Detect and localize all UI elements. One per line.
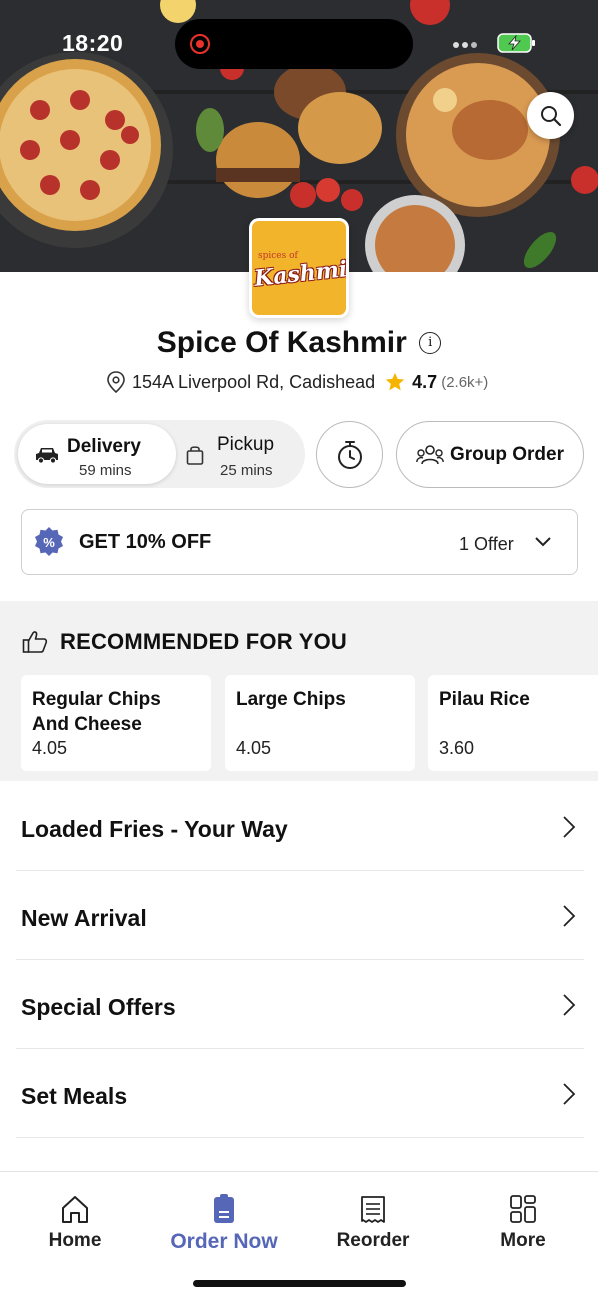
nav-home[interactable]: Home [0, 1192, 150, 1252]
logo-small-text: spices of [258, 251, 298, 261]
search-button[interactable] [527, 92, 574, 139]
search-icon [540, 105, 561, 126]
nav-reorder-label: Reorder [336, 1230, 410, 1251]
category-label: New Arrival [21, 905, 147, 931]
recommended-item-price: 4.05 [236, 738, 272, 758]
battery-charging-icon [497, 33, 535, 53]
category-label: Loaded Fries - Your Way [21, 816, 288, 842]
pickup-label: Pickup [217, 434, 275, 455]
chevron-right-icon [563, 816, 576, 838]
restaurant-address: 154A Liverpool Rd, Cadishead [132, 371, 376, 392]
category-row[interactable]: Loaded Fries - Your Way [16, 782, 584, 871]
delivery-label: Delivery [67, 436, 141, 457]
thumbs-up-icon [22, 631, 48, 653]
category-label: Set Meals [21, 1083, 128, 1109]
chevron-right-icon [563, 994, 576, 1016]
nav-home-label: Home [48, 1230, 102, 1251]
restaurant-name: Spice Of Kashmir [156, 326, 407, 359]
delivery-option[interactable]: Delivery 59 mins [18, 424, 176, 484]
recommended-item-name: Large Chips [236, 689, 346, 710]
category-label: Special Offers [21, 994, 176, 1020]
nav-order-now[interactable]: Order Now [149, 1192, 299, 1254]
recommended-header: RECOMMENDED FOR YOU [22, 629, 347, 655]
bag-icon [186, 446, 204, 465]
order-mode-toggle: Delivery 59 mins Pickup 25 mins [14, 420, 305, 488]
restaurant-logo: spices of Kashmir [249, 218, 349, 318]
schedule-button[interactable] [316, 421, 383, 488]
recommended-item-name: Regular Chips And Cheese [32, 689, 161, 735]
restaurant-title-row: Spice Of Kashmir i [0, 326, 598, 360]
group-order-label: Group Order [449, 443, 564, 465]
status-time: 18:20 [62, 30, 124, 56]
chevron-down-icon [535, 537, 551, 547]
info-icon[interactable]: i [419, 332, 442, 354]
screen-recording-icon [190, 34, 210, 54]
nav-more-label: More [500, 1230, 546, 1251]
offer-count: 1 Offer [459, 534, 514, 554]
car-icon [36, 448, 58, 464]
recommended-card[interactable]: Large Chips 4.05 [225, 675, 415, 771]
rating-value: 4.7 [412, 371, 438, 392]
nav-order-now-label: Order Now [170, 1230, 278, 1253]
svg-text:%: % [43, 535, 55, 550]
star-icon [386, 372, 405, 391]
chevron-right-icon [563, 1083, 576, 1105]
recommended-heading: RECOMMENDED FOR YOU [60, 629, 347, 654]
offer-title: GET 10% OFF [79, 531, 212, 553]
logo-text: Kashmir [252, 255, 349, 292]
recommended-card[interactable]: Regular Chips And Cheese 4.05 [21, 675, 211, 771]
receipt-icon [361, 1196, 385, 1223]
group-users-icon [416, 444, 444, 464]
home-icon [62, 1196, 88, 1223]
home-indicator [193, 1280, 406, 1287]
delivery-time: 59 mins [79, 462, 132, 479]
stopwatch-icon [337, 440, 362, 469]
order-icon [214, 1194, 234, 1223]
recommended-section: RECOMMENDED FOR YOU Regular Chips And Ch… [0, 601, 598, 781]
pickup-time: 25 mins [220, 462, 273, 479]
recommended-card[interactable]: Pilau Rice 3.60 [428, 675, 598, 771]
recommended-item-name: Pilau Rice [439, 689, 530, 710]
address-row: 154A Liverpool Rd, Cadishead 4.7 (2.6k+) [106, 369, 488, 395]
nav-more[interactable]: More [448, 1192, 598, 1252]
signal-icon [453, 42, 477, 48]
rating-count: (2.6k+) [441, 373, 489, 391]
category-row[interactable]: Set Meals [16, 1049, 584, 1138]
offer-banner[interactable]: % GET 10% OFF 1 Offer [21, 509, 578, 575]
recommended-item-price: 4.05 [32, 738, 68, 758]
nav-reorder[interactable]: Reorder [298, 1192, 448, 1252]
grid-icon [510, 1195, 536, 1223]
pickup-option[interactable]: Pickup 25 mins [180, 424, 301, 484]
group-order-button[interactable]: Group Order [396, 421, 584, 488]
recommended-item-price: 3.60 [439, 738, 475, 758]
discount-badge-icon: % [35, 527, 63, 556]
dynamic-island [175, 19, 413, 69]
location-pin-icon [107, 371, 125, 393]
category-row[interactable]: Special Offers [16, 960, 584, 1049]
category-row[interactable]: New Arrival [16, 871, 584, 960]
chevron-right-icon [563, 905, 576, 927]
